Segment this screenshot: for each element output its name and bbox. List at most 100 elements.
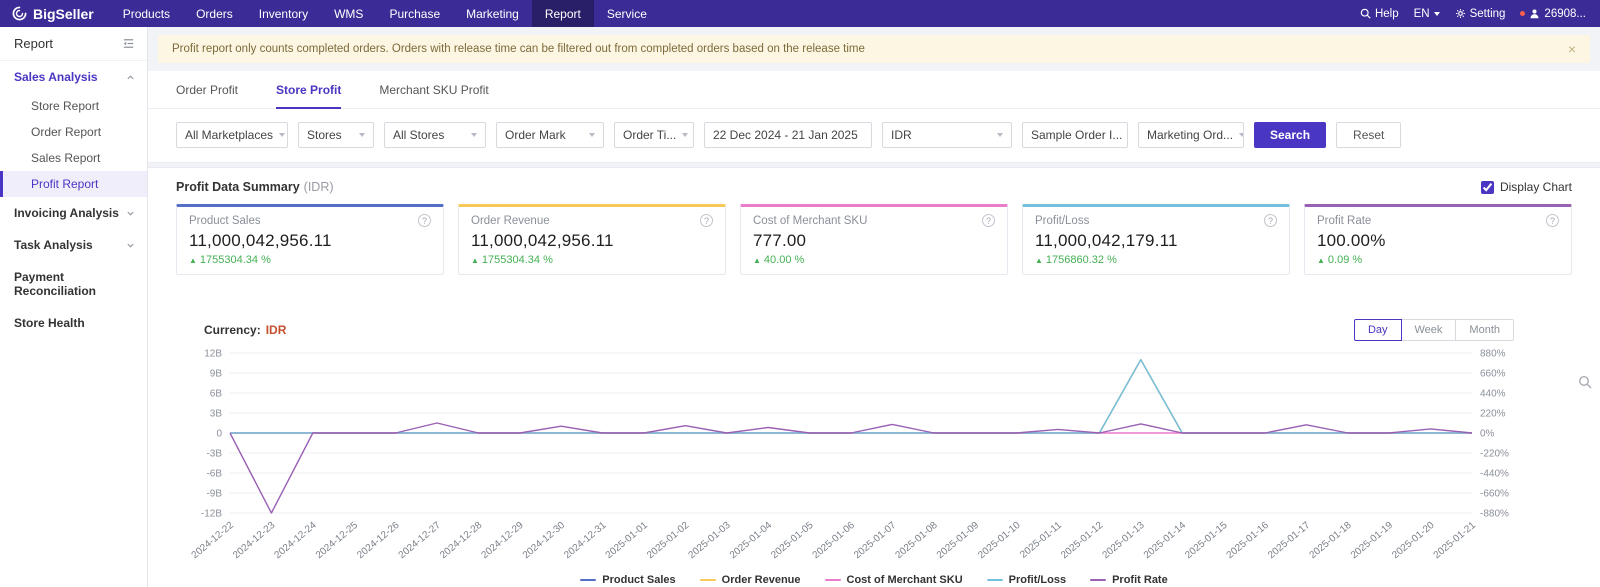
chevron-down-icon (1239, 133, 1243, 137)
nav-item-service[interactable]: Service (594, 0, 660, 27)
all-stores-select-value: All Stores (393, 128, 445, 142)
nav-right: Help EN Setting 26908... (1360, 8, 1600, 20)
display-chart-toggle[interactable]: Display Chart (1480, 180, 1572, 194)
nav-item-inventory[interactable]: Inventory (246, 0, 321, 27)
nav-item-wms[interactable]: WMS (321, 0, 376, 27)
period-toggle: Day Week Month (1353, 319, 1514, 341)
info-icon[interactable] (700, 214, 713, 227)
card-label: Profit Rate (1317, 214, 1372, 227)
report-panel: Order Profit Store Profit Merchant SKU P… (148, 71, 1600, 587)
stores-type-select[interactable]: Stores (298, 122, 374, 148)
card-header: Product Sales (189, 214, 431, 227)
nav-item-report[interactable]: Report (531, 0, 594, 27)
sidebar-section-task-analysis[interactable]: Task Analysis (0, 229, 147, 261)
tab-store-profit[interactable]: Store Profit (276, 71, 342, 109)
user-menu[interactable]: 26908... (1520, 8, 1586, 20)
svg-text:0%: 0% (1480, 429, 1495, 440)
chart-currency-label: Currency: (204, 323, 261, 337)
period-week[interactable]: Week (1400, 319, 1457, 341)
svg-text:2024-12-29: 2024-12-29 (479, 520, 526, 562)
order-time-select[interactable]: Order Ti... (614, 122, 694, 148)
summary-card-profit-loss: Profit/Loss 11,000,042,179.11 1756860.32 % (1022, 204, 1290, 275)
chevron-down-icon (1433, 11, 1440, 16)
svg-text:0: 0 (216, 429, 222, 440)
help-button[interactable]: Help (1360, 8, 1399, 20)
chart-currency-value: IDR (265, 323, 287, 337)
currency-select-value: IDR (891, 128, 912, 142)
nav-item-products[interactable]: Products (110, 0, 183, 27)
nav-item-orders[interactable]: Orders (183, 0, 246, 27)
all-stores-select[interactable]: All Stores (384, 122, 486, 148)
card-change-value: 40.00 % (763, 254, 805, 266)
svg-text:2025-01-02: 2025-01-02 (645, 520, 692, 562)
card-change-value: 0.09 % (1327, 254, 1363, 266)
sidebar: Report Sales Analysis Store Report Order R… (0, 27, 148, 587)
close-icon[interactable]: × (1568, 42, 1576, 56)
notice-text: Profit report only counts completed orde… (172, 43, 865, 55)
brand-logo[interactable]: BigSeller (0, 6, 110, 22)
help-label: Help (1374, 7, 1399, 20)
sample-order-select[interactable]: Sample Order I... (1022, 122, 1128, 148)
bigseller-logo-icon (12, 6, 27, 21)
legend-marker (699, 579, 716, 581)
user-icon (1530, 9, 1540, 19)
sidebar-section-invoicing-analysis[interactable]: Invoicing Analysis (0, 197, 147, 229)
order-mark-select[interactable]: Order Mark (496, 122, 604, 148)
display-chart-checkbox[interactable] (1480, 180, 1494, 194)
sidebar-item-order-report[interactable]: Order Report (0, 119, 147, 145)
chart-zoom-icon[interactable] (1578, 375, 1592, 394)
collapse-sidebar-icon[interactable] (122, 37, 135, 50)
reset-button[interactable]: Reset (1336, 122, 1402, 148)
card-value: 11,000,042,956.11 (471, 231, 614, 250)
card-label: Product Sales (189, 214, 261, 227)
language-label: EN (1413, 7, 1430, 20)
svg-text:880%: 880% (1480, 349, 1506, 360)
sidebar-item-sales-report[interactable]: Sales Report (0, 145, 147, 171)
tab-merchant-sku-profit[interactable]: Merchant SKU Profit (379, 71, 488, 108)
nav-item-marketing[interactable]: Marketing (453, 0, 532, 27)
currency-select[interactable]: IDR (882, 122, 1012, 148)
sidebar-section-label: Store Health (14, 316, 85, 330)
marketing-order-select[interactable]: Marketing Ord... (1138, 122, 1244, 148)
sidebar-item-store-report[interactable]: Store Report (0, 93, 147, 119)
info-icon[interactable] (1264, 214, 1277, 227)
search-button[interactable]: Search (1254, 122, 1327, 148)
gear-icon (1455, 8, 1465, 19)
card-header: Profit/Loss (1035, 214, 1277, 227)
svg-text:2025-01-05: 2025-01-05 (769, 520, 816, 562)
sidebar-section-label: Task Analysis (14, 238, 93, 252)
sidebar-section-sales-analysis[interactable]: Sales Analysis (0, 61, 147, 93)
legend-marker (986, 579, 1003, 581)
notice-banner-area: Profit report only counts completed orde… (148, 27, 1600, 71)
period-month[interactable]: Month (1455, 319, 1514, 341)
language-selector[interactable]: EN (1414, 8, 1440, 20)
info-icon[interactable] (1546, 214, 1559, 227)
card-value: 777.00 (753, 231, 807, 250)
svg-text:2025-01-07: 2025-01-07 (852, 520, 899, 562)
up-triangle-icon (753, 254, 761, 266)
sidebar-item-profit-report[interactable]: Profit Report (0, 171, 147, 197)
period-day[interactable]: Day (1353, 319, 1402, 341)
info-icon[interactable] (982, 214, 995, 227)
settings-button[interactable]: Setting (1455, 7, 1506, 20)
settings-label: Setting (1469, 7, 1506, 20)
svg-text:2025-01-14: 2025-01-14 (1142, 520, 1189, 562)
svg-text:-6B: -6B (206, 469, 222, 480)
date-range-value: 22 Dec 2024 - 21 Jan 2025 (713, 128, 858, 142)
marketplace-select[interactable]: All Marketplaces (176, 122, 288, 148)
nav-item-purchase[interactable]: Purchase (376, 0, 453, 27)
card-label: Order Revenue (471, 214, 550, 227)
tab-order-profit[interactable]: Order Profit (176, 71, 238, 108)
svg-text:-12B: -12B (201, 509, 222, 520)
sidebar-section-store-health[interactable]: Store Health (0, 307, 147, 339)
sidebar-section-payment-reconciliation[interactable]: Payment Reconciliation (0, 261, 147, 307)
date-range-picker[interactable]: 22 Dec 2024 - 21 Jan 2025 (704, 122, 872, 148)
chevron-down-icon (471, 133, 477, 137)
series-line-profit-loss (230, 359, 1472, 434)
card-change: 1755304.34 % (471, 254, 713, 266)
svg-text:2024-12-28: 2024-12-28 (438, 520, 485, 562)
svg-text:440%: 440% (1480, 389, 1506, 400)
marketing-order-select-value: Marketing Ord... (1147, 128, 1234, 142)
chart-currency: Currency: IDR (204, 323, 286, 337)
info-icon[interactable] (418, 214, 431, 227)
